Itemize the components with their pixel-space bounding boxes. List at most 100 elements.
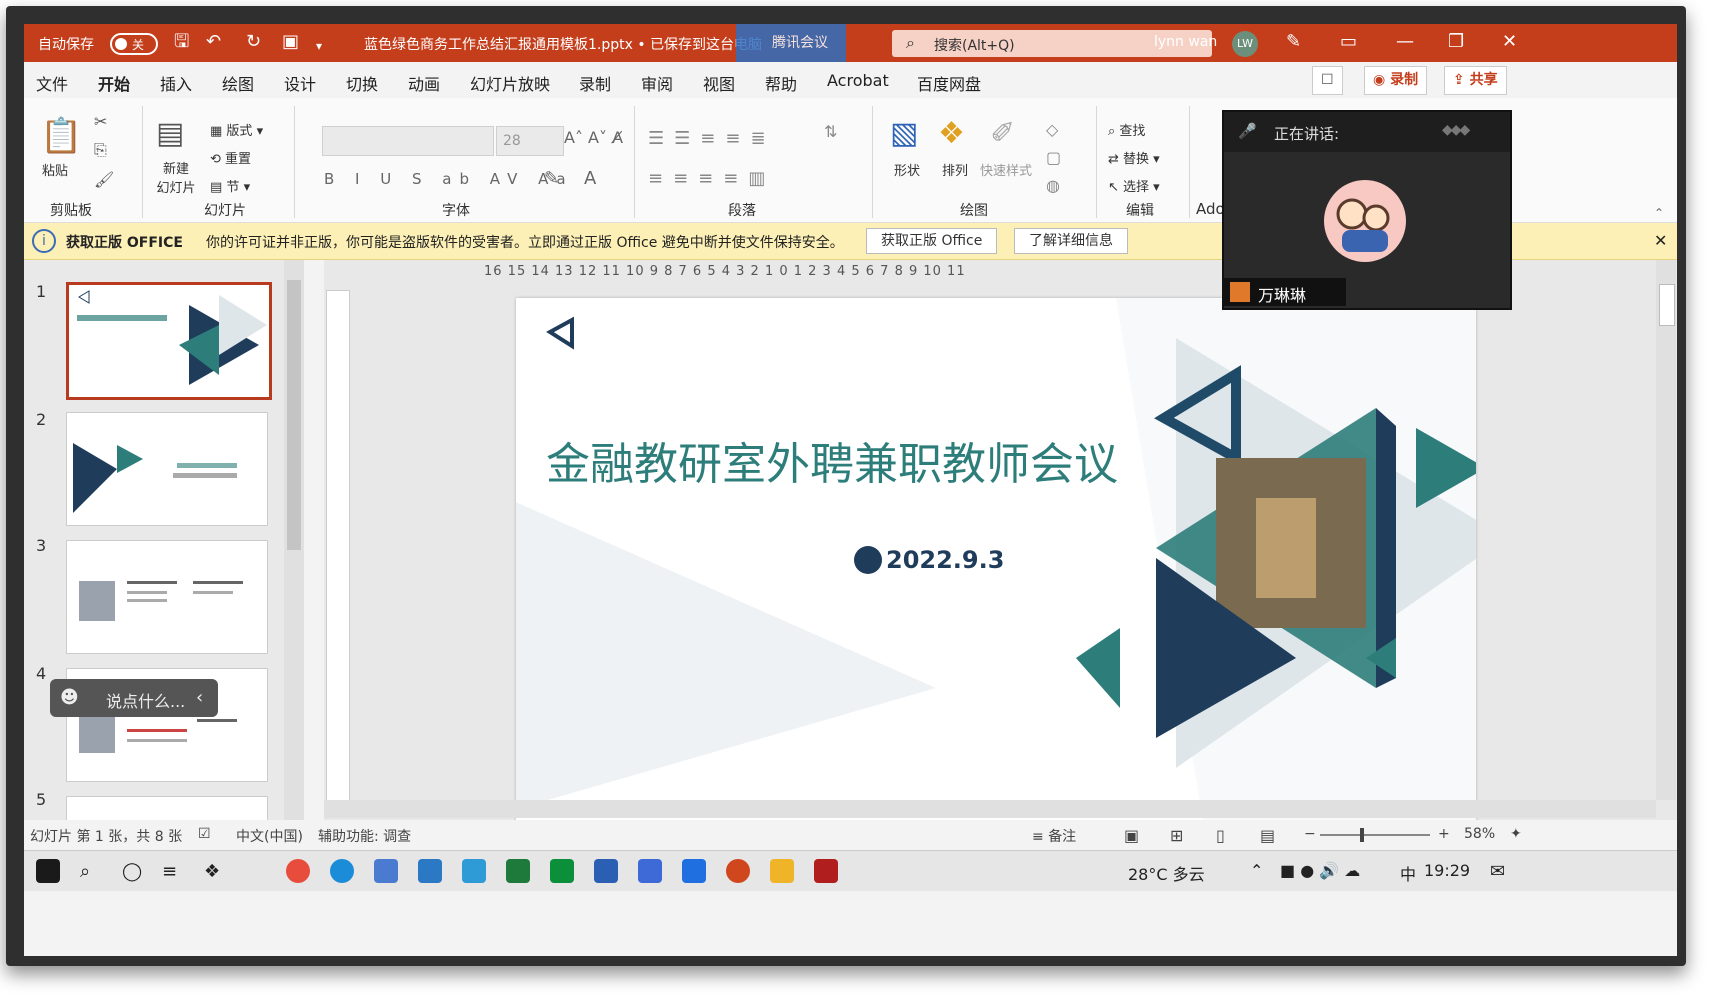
share-button[interactable]: ⇪ 共享 [1444, 66, 1507, 95]
excel-icon[interactable] [506, 859, 530, 883]
list-buttons[interactable]: ☰☰≡≡≣ [648, 128, 776, 149]
cortana-icon[interactable]: ◯ [122, 861, 142, 882]
minimize-icon[interactable]: — [1396, 32, 1414, 52]
tab-animations[interactable]: 动画 [408, 71, 440, 95]
format-painter-icon[interactable]: 🖌 [94, 170, 114, 189]
autosave-toggle[interactable]: 关 [110, 33, 158, 55]
wechat-icon[interactable] [550, 859, 574, 883]
tencent-meeting-icon[interactable] [682, 859, 706, 883]
acrobat-icon[interactable] [814, 859, 838, 883]
tray-expand-icon[interactable]: ⌃ [1250, 861, 1263, 880]
tab-transitions[interactable]: 切换 [346, 71, 378, 95]
section-button[interactable]: ▤ 节 ▾ [210, 176, 250, 195]
zoom-out-icon[interactable]: − [1304, 826, 1316, 842]
slideshow-view-icon[interactable]: ▤ [1260, 826, 1275, 845]
weather-widget[interactable]: 28°C 多云 [1128, 861, 1205, 885]
app-icon[interactable] [462, 859, 486, 883]
tab-draw[interactable]: 绘图 [222, 71, 254, 95]
close-icon[interactable]: ✕ [1502, 32, 1517, 52]
normal-view-icon[interactable]: ▣ [1124, 826, 1139, 845]
chrome-icon[interactable] [286, 859, 310, 883]
slide-date[interactable]: 2022.9.3 [886, 546, 1004, 574]
slide-sorter-icon[interactable]: ⊞ [1170, 826, 1183, 845]
increase-font-icon[interactable]: A˄ A˅ A̸ [564, 128, 623, 147]
restore-icon[interactable]: ❐ [1448, 32, 1464, 52]
reading-view-icon[interactable]: ▯ [1216, 826, 1225, 845]
notification-icon[interactable]: ✉ [1490, 861, 1505, 882]
user-avatar[interactable]: LW [1232, 31, 1258, 57]
search-icon[interactable]: ⌕ [80, 861, 90, 882]
slide-thumbnail-1[interactable] [66, 282, 272, 400]
customize-qat-icon[interactable]: ▾ [316, 36, 322, 56]
clock[interactable]: 19:29 [1424, 861, 1470, 880]
highlight-icon[interactable]: ✎ [544, 168, 559, 189]
meeting-speaker-panel[interactable]: 🎤 正在讲话: ◆◆◆ 万琳琳 [1222, 110, 1512, 310]
slide-thumbnail-5[interactable] [66, 796, 268, 822]
fit-to-window-icon[interactable]: ✦ [1510, 826, 1522, 842]
font-style-buttons[interactable]: B I U S ab AV Aa [324, 170, 574, 188]
save-icon[interactable]: 🖫 [174, 32, 189, 52]
zoom-in-icon[interactable]: + [1438, 826, 1450, 842]
spellcheck-icon[interactable]: ☑ [198, 826, 211, 842]
notes-button[interactable]: ≡ 备注 [1032, 826, 1076, 846]
arrange-icon[interactable]: ❖ [938, 116, 965, 151]
app-icon[interactable] [638, 859, 662, 883]
font-color-icon[interactable]: A [584, 168, 596, 189]
layout-button[interactable]: ▦ 版式 ▾ [210, 120, 263, 139]
mail-icon[interactable] [418, 859, 442, 883]
shapes-icon[interactable]: ▧ [890, 116, 918, 151]
ribbon-display-icon[interactable]: ▭ [1340, 32, 1357, 52]
powerpoint-icon[interactable] [726, 859, 750, 883]
text-direction-icon[interactable]: ⇅ [824, 122, 837, 141]
slide-title[interactable]: 金融教研室外聘兼职教师会议 [546, 428, 1118, 492]
app-icon[interactable]: ❖ [204, 861, 220, 882]
editor-scrollbar[interactable] [1656, 260, 1676, 800]
align-buttons[interactable]: ≡≡≡≡▥ [648, 168, 775, 189]
emoji-icon[interactable]: ☻ [60, 687, 79, 708]
redo-icon[interactable]: ↻ [246, 32, 261, 52]
new-slide-icon[interactable]: ▤ [156, 116, 184, 151]
store-icon[interactable] [374, 859, 398, 883]
tab-review[interactable]: 审阅 [641, 71, 673, 95]
shape-effects-icon[interactable]: ◍ [1046, 176, 1060, 195]
scroll-thumb[interactable] [287, 280, 301, 550]
tab-design[interactable]: 设计 [284, 71, 316, 95]
tab-record[interactable]: 录制 [579, 71, 611, 95]
tab-view[interactable]: 视图 [703, 71, 735, 95]
pen-icon[interactable]: ✎ [1286, 32, 1301, 52]
learn-more-button[interactable]: 了解详细信息 [1014, 228, 1128, 254]
find-button[interactable]: ⌕ 查找 [1108, 120, 1145, 139]
record-button[interactable]: ◉ 录制 [1364, 66, 1428, 95]
meeting-app-tab[interactable]: 腾讯会议 [736, 24, 846, 62]
language[interactable]: 中文(中国) [236, 826, 303, 846]
cut-icon[interactable]: ✂ [94, 112, 107, 131]
get-genuine-office-button[interactable]: 获取正版 Office [866, 228, 998, 254]
zoom-level[interactable]: 58% [1464, 826, 1495, 842]
tab-insert[interactable]: 插入 [160, 71, 192, 95]
tab-file[interactable]: 文件 [36, 71, 68, 95]
task-view-icon[interactable]: ≡ [162, 861, 177, 882]
replace-button[interactable]: ⇄ 替换 ▾ [1108, 148, 1160, 167]
edge-icon[interactable] [330, 859, 354, 883]
select-button[interactable]: ↖ 选择 ▾ [1108, 176, 1160, 195]
current-slide[interactable]: 金融教研室外聘兼职教师会议 2022.9.3 [516, 298, 1476, 838]
tab-acrobat[interactable]: Acrobat [827, 71, 889, 90]
editor-hscrollbar[interactable] [324, 800, 1656, 818]
accessibility-status[interactable]: 辅助功能: 调查 [318, 826, 411, 846]
comments-button[interactable]: ☐ [1312, 66, 1343, 95]
collapse-icon[interactable]: ‹ [196, 687, 203, 708]
undo-icon[interactable]: ↶ [206, 32, 221, 52]
file-explorer-icon[interactable] [770, 859, 794, 883]
scroll-thumb[interactable] [1659, 284, 1675, 326]
thumbnail-scrollbar[interactable] [284, 260, 304, 820]
zoom-slider[interactable] [1320, 828, 1430, 842]
paste-icon[interactable]: 📋 [40, 116, 82, 156]
collapse-ribbon-icon[interactable]: ⌃ [1654, 206, 1664, 220]
shape-outline-icon[interactable]: ▢ [1046, 148, 1061, 167]
tab-baidu-netdisk[interactable]: 百度网盘 [917, 71, 981, 95]
user-name[interactable]: lynn wan [1154, 34, 1217, 50]
meeting-chat-bar[interactable]: ☻ 说点什么... ‹ [50, 679, 218, 717]
shape-fill-icon[interactable]: ◇ [1046, 120, 1058, 139]
tab-slideshow[interactable]: 幻灯片放映 [470, 71, 550, 95]
font-size-box[interactable]: 28 [496, 126, 564, 156]
